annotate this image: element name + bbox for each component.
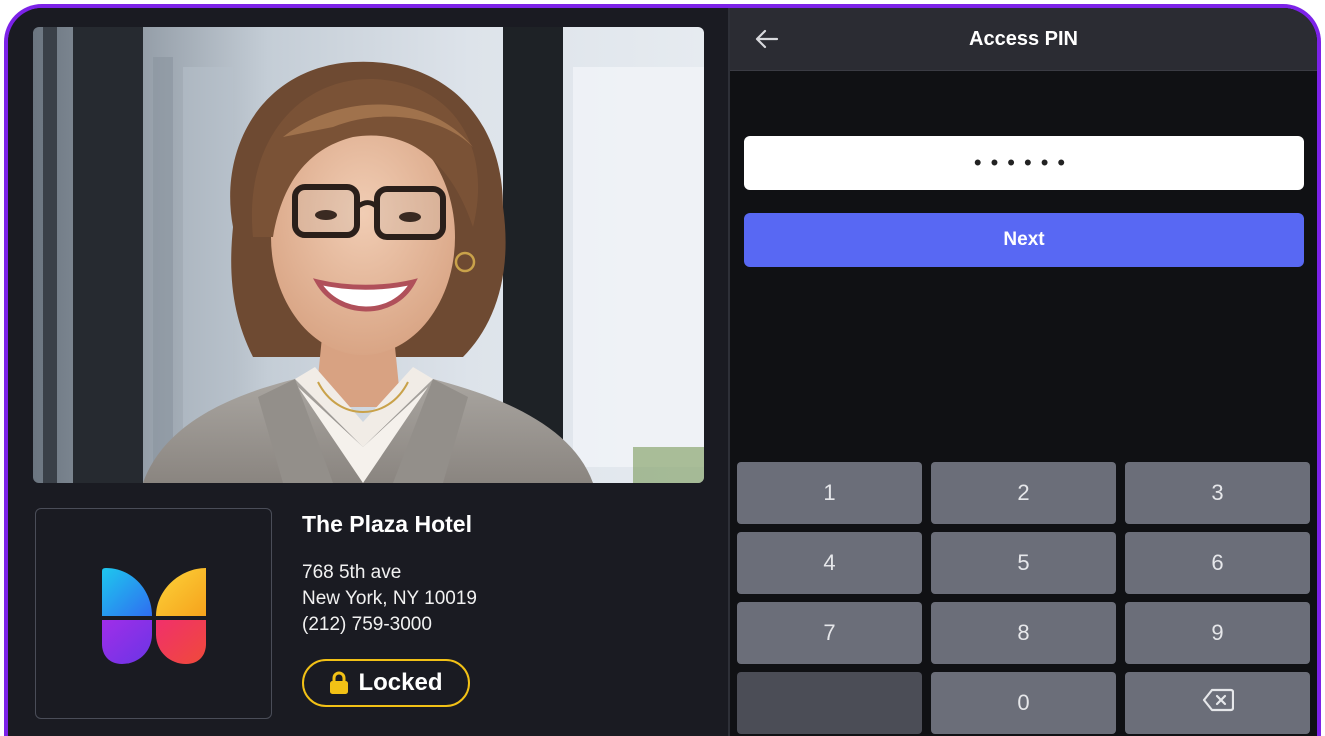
lock-icon	[330, 671, 349, 694]
kiosk-frame: The Plaza Hotel 768 5th ave New York, NY…	[4, 4, 1321, 736]
key-blank	[737, 672, 922, 734]
address-line-2: New York, NY 10019	[302, 588, 477, 609]
pin-input[interactable]	[744, 136, 1304, 190]
key-7[interactable]: 7	[737, 602, 922, 664]
pin-panel: Access PIN Next 1 2 3 4 5 6 7 8 9 0	[730, 8, 1317, 736]
backspace-icon	[1202, 688, 1234, 712]
phone-number: (212) 759-3000	[302, 614, 432, 635]
pin-header: Access PIN	[730, 8, 1317, 71]
next-button[interactable]: Next	[744, 213, 1304, 267]
key-2[interactable]: 2	[931, 462, 1116, 524]
butterfly-logo-icon	[102, 568, 206, 664]
location-info: The Plaza Hotel 768 5th ave New York, NY…	[302, 508, 477, 638]
status-label: Locked	[358, 669, 443, 696]
address-block: 768 5th ave New York, NY 10019 (212) 759…	[302, 560, 477, 638]
hotel-name: The Plaza Hotel	[302, 511, 472, 537]
key-5[interactable]: 5	[931, 532, 1116, 594]
visitor-panel: The Plaza Hotel 768 5th ave New York, NY…	[8, 8, 728, 736]
visitor-photo	[33, 27, 704, 483]
key-1[interactable]: 1	[737, 462, 922, 524]
logo-card	[35, 508, 272, 719]
status-badge: Locked	[302, 659, 470, 707]
page-title: Access PIN	[969, 28, 1078, 50]
backspace-button[interactable]	[1125, 672, 1310, 734]
key-9[interactable]: 9	[1125, 602, 1310, 664]
key-0[interactable]: 0	[931, 672, 1116, 734]
key-4[interactable]: 4	[737, 532, 922, 594]
key-3[interactable]: 3	[1125, 462, 1310, 524]
address-line-1: 768 5th ave	[302, 562, 402, 583]
key-8[interactable]: 8	[931, 602, 1116, 664]
key-6[interactable]: 6	[1125, 532, 1310, 594]
